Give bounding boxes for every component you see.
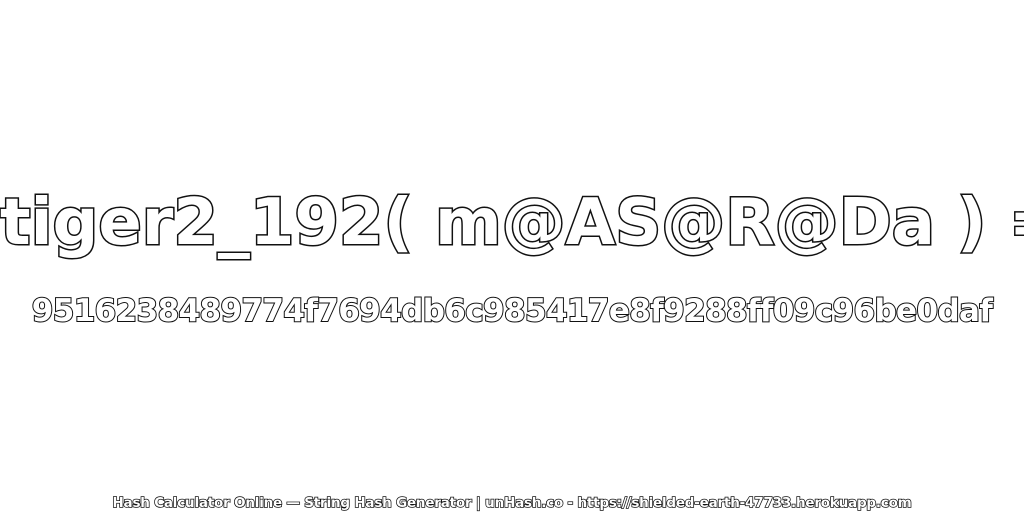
hash-expression-title: tiger2_192( m@AS@R@Da ) =	[0, 185, 1024, 262]
site-footer-credit: Hash Calculator Online — String Hash Gen…	[112, 494, 913, 512]
hash-result-value: 9516238489774f7694db6c985417e8f9288ff09c…	[31, 292, 994, 330]
